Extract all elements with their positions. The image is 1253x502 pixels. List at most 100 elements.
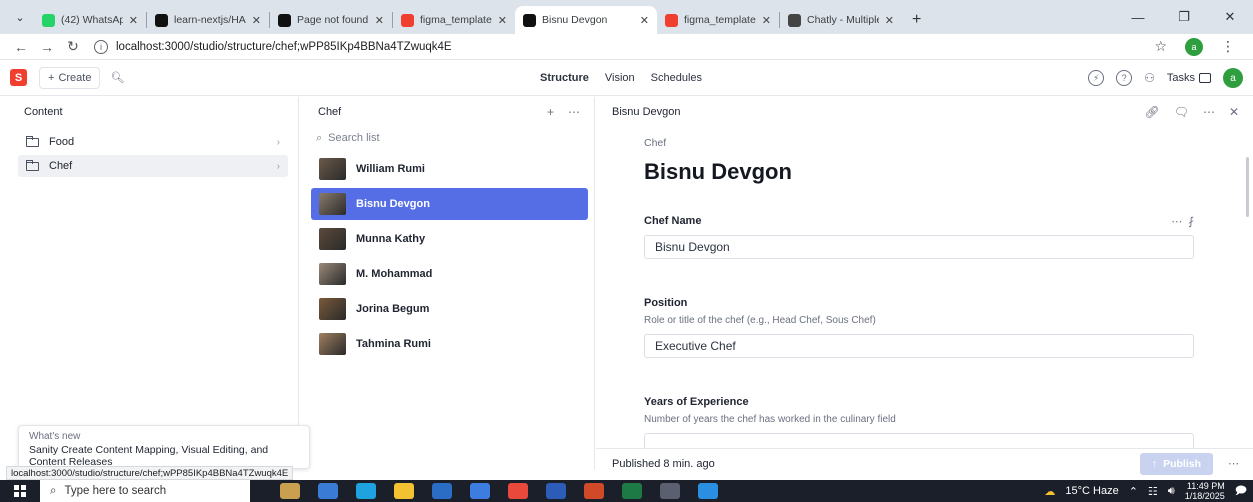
browser-tab[interactable]: Page not found ✕ <box>270 6 392 34</box>
chef-name: Munna Kathy <box>356 233 426 245</box>
add-document-icon[interactable]: + <box>547 105 554 119</box>
browser-tab[interactable]: (42) WhatsApp ✕ <box>34 6 146 34</box>
chef-list-item[interactable]: Tahmina Rumi <box>311 328 588 360</box>
search-list-placeholder: Search list <box>328 132 380 144</box>
close-tab-icon[interactable]: ✕ <box>885 14 894 27</box>
chrome-icon[interactable] <box>508 483 528 499</box>
word-icon[interactable] <box>546 483 566 499</box>
more-actions-icon[interactable]: ⋯ <box>1228 457 1239 470</box>
browser-tab[interactable]: Chatly - Multiple ✕ <box>780 6 902 34</box>
more-options-icon[interactable]: ⋯ <box>568 105 580 119</box>
chef-name: Bisnu Devgon <box>356 198 430 210</box>
browser-tab[interactable]: figma_template ✕ <box>393 6 515 34</box>
chef-thumbnail <box>319 193 346 215</box>
close-tab-icon[interactable]: ✕ <box>252 14 261 27</box>
field-label: Position <box>644 297 688 309</box>
close-tab-icon[interactable]: ✕ <box>762 14 771 27</box>
forward-icon[interactable]: → <box>34 39 60 55</box>
chef-list-item[interactable]: M. Mohammad <box>311 258 588 290</box>
search-list-field[interactable]: ⌕ Search list <box>316 127 584 149</box>
volume-icon[interactable]: 🔊︎ <box>1168 485 1175 498</box>
edge-icon[interactable] <box>356 483 376 499</box>
people-icon[interactable]: ⚇ <box>1144 71 1155 85</box>
user-avatar[interactable]: a <box>1223 68 1243 88</box>
nav-structure[interactable]: Structure <box>534 68 595 88</box>
chef-list-item[interactable]: Munna Kathy <box>311 223 588 255</box>
content-item-label: Chef <box>49 160 73 172</box>
publish-button[interactable]: ↑ Publish <box>1139 453 1213 475</box>
weather-text[interactable]: 15°C Haze <box>1065 485 1118 497</box>
link-icon[interactable]: 🔗︎ <box>1144 105 1159 119</box>
field-more-icon[interactable]: ⋯ <box>1171 215 1182 228</box>
outlook-icon[interactable] <box>432 483 452 499</box>
media-player-icon[interactable] <box>660 483 680 499</box>
browser-profile-avatar[interactable]: a <box>1185 37 1203 56</box>
powerpoint-icon[interactable] <box>584 483 604 499</box>
url-field[interactable]: i localhost:3000/studio/structure/chef;w… <box>86 36 1154 58</box>
file-explorer-icon[interactable] <box>394 483 414 499</box>
start-button[interactable] <box>0 485 40 497</box>
store-icon[interactable] <box>470 483 490 499</box>
site-info-icon[interactable]: i <box>94 39 108 54</box>
url-text[interactable]: localhost:3000/studio/structure/chef;wPP… <box>116 41 452 53</box>
browser-tab[interactable]: learn-nextjs/HA ✕ <box>147 6 269 34</box>
close-pane-icon[interactable]: ✕ <box>1229 105 1239 119</box>
chef-name-input[interactable]: Bisnu Devgon <box>644 235 1194 259</box>
tab-search-chevron-icon[interactable]: ⌄ <box>6 3 34 31</box>
more-options-icon[interactable]: ⋯ <box>1203 105 1215 119</box>
publish-label: Publish <box>1163 458 1201 470</box>
tray-chevron-icon[interactable]: ⌃ <box>1129 485 1138 498</box>
chef-list-item[interactable]: Bisnu Devgon <box>311 188 588 220</box>
content-item-chef[interactable]: Chef › <box>18 155 288 177</box>
minimize-icon[interactable]: — <box>1115 10 1161 25</box>
help-icon[interactable]: ? <box>1116 70 1133 86</box>
chevron-right-icon: › <box>276 136 280 148</box>
chef-list-title: Chef <box>318 106 342 118</box>
document-footer: Published 8 min. ago ↑ Publish ⋯ <box>596 448 1253 478</box>
restore-icon[interactable]: ❐ <box>1161 9 1207 25</box>
nav-vision[interactable]: Vision <box>599 68 641 88</box>
field-position: Position Role or title of the chef (e.g.… <box>644 297 1194 358</box>
content-pane-header: Content <box>0 97 298 127</box>
tasks-button[interactable]: Tasks <box>1167 72 1211 84</box>
content-pane-title: Content <box>24 106 63 118</box>
create-button[interactable]: + Create <box>39 66 101 89</box>
chef-thumbnail <box>319 298 346 320</box>
content-item-food[interactable]: Food › <box>18 131 288 153</box>
sanity-icon <box>665 13 678 27</box>
browser-tab[interactable]: Bisnu Devgon ✕ <box>515 6 657 34</box>
excel-icon[interactable] <box>622 483 642 499</box>
browser-menu-icon[interactable]: ⋮ <box>1221 38 1235 55</box>
field-comment-icon[interactable]: ⨏ <box>1188 215 1194 228</box>
news-widget-icon[interactable] <box>280 483 300 499</box>
new-tab-button[interactable]: + <box>902 6 931 34</box>
tab-list: (42) WhatsApp✕learn-nextjs/HA✕Page not f… <box>34 6 902 34</box>
copilot-icon[interactable] <box>318 483 338 499</box>
network-icon[interactable]: ☷ <box>1148 485 1158 498</box>
chef-list-item[interactable]: William Rumi <box>311 153 588 185</box>
close-window-icon[interactable]: ✕ <box>1207 9 1253 25</box>
notifications-icon[interactable]: 🗩︎ <box>1235 482 1247 501</box>
position-input[interactable]: Executive Chef <box>644 334 1194 358</box>
sanity-logo[interactable]: S <box>10 69 27 86</box>
clock[interactable]: 11:49 PM 1/18/2025 <box>1185 481 1225 501</box>
bookmark-star-icon[interactable]: ☆ <box>1154 38 1167 55</box>
chef-list-item[interactable]: Jorina Begum <box>311 293 588 325</box>
nav-schedules[interactable]: Schedules <box>645 68 708 88</box>
document-scrollbar[interactable] <box>1246 157 1249 217</box>
browser-tab[interactable]: figma_template ✕ <box>657 6 779 34</box>
close-tab-icon[interactable]: ✕ <box>640 14 649 27</box>
close-tab-icon[interactable]: ✕ <box>375 14 384 27</box>
whats-new-card[interactable]: What's new Sanity Create Content Mapping… <box>18 425 310 469</box>
document-form: Chef Bisnu Devgon Chef Name ⋯ ⨏ Bisnu De… <box>644 137 1194 457</box>
taskbar-search[interactable]: ⌕ Type here to search <box>40 480 250 502</box>
connection-icon[interactable]: ⚡ <box>1088 70 1105 86</box>
reload-icon[interactable]: ↻ <box>60 38 86 55</box>
close-tab-icon[interactable]: ✕ <box>498 14 507 27</box>
search-icon[interactable]: 🔍︎ <box>110 71 124 84</box>
field-description: Role or title of the chef (e.g., Head Ch… <box>644 315 876 326</box>
back-icon[interactable]: ← <box>8 39 34 55</box>
vscode-icon[interactable] <box>698 483 718 499</box>
close-tab-icon[interactable]: ✕ <box>129 14 138 27</box>
comment-icon[interactable]: 🗨︎ <box>1174 105 1189 119</box>
